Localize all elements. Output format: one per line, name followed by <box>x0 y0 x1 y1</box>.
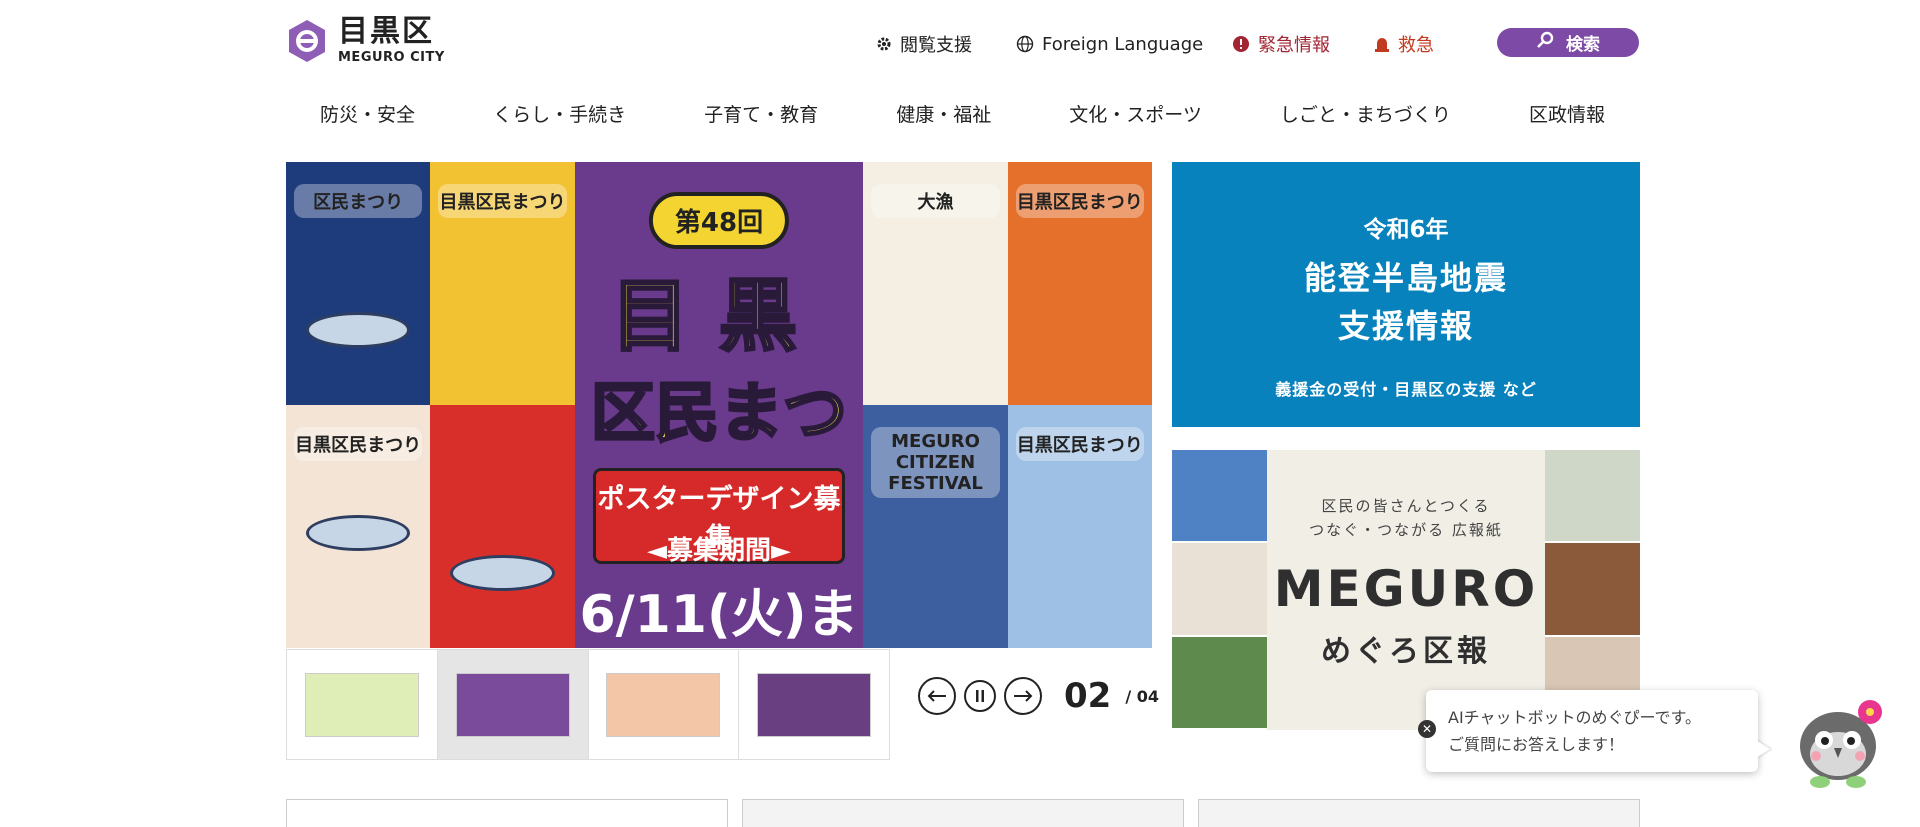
prev-button[interactable] <box>918 677 956 715</box>
accessibility-link[interactable]: 閲覧支援 <box>876 30 972 58</box>
chatbot-bubble[interactable]: AIチャットボットのめぐぴーです。 ご質問にお答えします！ <box>1426 690 1758 772</box>
slider-thumbnails <box>286 649 890 760</box>
hero-slider[interactable]: 区民まつり 目黒区民まつり 第48回 目黒 区民まつり ポスターデザイン募集 ◄… <box>286 162 1152 648</box>
poster-tile: 目黒区民まつり <box>1007 405 1152 648</box>
rescue-link[interactable]: 救急 <box>1374 30 1434 58</box>
arrow-left-icon <box>927 690 946 702</box>
city-newsletter-banner[interactable]: 区民の皆さんとつくる つなぐ・つながる 広報紙 MEGURO めぐろ区報 <box>1172 450 1640 730</box>
chatbot-bubble-tail <box>1756 740 1770 758</box>
poster-tile: 目黒区民まつり <box>1007 162 1152 405</box>
poster-tile: 目黒区民まつり <box>430 162 575 405</box>
nav-item-disaster[interactable]: 防災・安全 <box>320 100 415 130</box>
nav-item-living[interactable]: くらし・手続き <box>493 100 626 130</box>
main-poster-date: 6/11(火)まで <box>579 585 859 645</box>
category-card-1[interactable] <box>286 799 728 827</box>
arrow-right-icon <box>1014 690 1033 702</box>
banner-subtitle: 義援金の受付・目黒区の支援 など <box>1275 380 1537 399</box>
slider-controls: 02 / 04 <box>918 676 1159 716</box>
poster-label: 目黒区民まつり <box>1015 427 1144 461</box>
fish-shape <box>306 515 411 551</box>
main-poster-round: 第48回 <box>648 192 790 249</box>
nav-item-culture[interactable]: 文化・スポーツ <box>1069 100 1202 130</box>
close-icon: ✕ <box>1421 722 1433 736</box>
thumbnail-1[interactable] <box>287 650 438 759</box>
siren-icon <box>1374 35 1390 53</box>
fish-shape <box>306 312 411 348</box>
category-card-2[interactable] <box>742 799 1184 827</box>
poster-tile: 目黒区民まつり <box>286 405 431 648</box>
poster-tile: 大漁 <box>863 162 1008 405</box>
nav-item-business[interactable]: しごと・まちづくり <box>1280 100 1451 130</box>
thumbnail-2[interactable] <box>437 650 589 759</box>
poster-label: 目黒区民まつり <box>1015 184 1144 218</box>
banner-title: 能登半島地震 支援情報 <box>1172 254 1640 350</box>
main-poster-period: ◄募集期間► <box>646 536 791 566</box>
slide-counter-total: / 04 <box>1125 686 1160 706</box>
nav-item-government[interactable]: 区政情報 <box>1529 100 1605 130</box>
logo-text-en: MEGURO CITY <box>338 50 445 65</box>
main-poster-title-1: 目黒 <box>609 271 827 364</box>
next-button[interactable] <box>1004 677 1042 715</box>
poster-tile: MEGURO CITIZEN FESTIVAL <box>863 405 1008 648</box>
newsletter-title: MEGURO <box>1273 560 1539 618</box>
poster-label: MEGURO CITIZEN FESTIVAL <box>871 427 1000 498</box>
search-icon <box>1536 31 1554 54</box>
emergency-info-link[interactable]: 緊急情報 <box>1232 30 1330 58</box>
thumbnail-4[interactable] <box>739 650 889 759</box>
poster-tile: 区民まつり <box>286 162 431 405</box>
search-label: 検索 <box>1566 35 1600 55</box>
banner-year: 令和6年 <box>1363 217 1449 243</box>
banner-title-line2: 支援情報 <box>1337 307 1474 345</box>
fish-shape <box>450 555 555 591</box>
mascot-bird-icon <box>1800 700 1882 788</box>
newsletter-subtitle: めぐろ区報 <box>1321 634 1491 669</box>
logo-text-ja: 目黒区 <box>338 14 434 49</box>
poster-tile <box>430 405 575 648</box>
alert-icon <box>1232 35 1250 53</box>
global-nav: 防災・安全 くらし・手続き 子育て・教育 健康・福祉 文化・スポーツ しごと・ま… <box>286 100 1639 130</box>
main-poster: 第48回 目黒 区民まつり ポスターデザイン募集 ◄募集期間► 6/11(火)ま… <box>574 162 864 648</box>
pause-button[interactable] <box>964 680 996 712</box>
gear-icon <box>876 36 892 52</box>
nav-item-health[interactable]: 健康・福祉 <box>896 100 991 130</box>
nav-item-childcare[interactable]: 子育て・教育 <box>704 100 818 130</box>
noto-earthquake-banner[interactable]: 令和6年 能登半島地震 支援情報 義援金の受付・目黒区の支援 など <box>1172 162 1640 427</box>
newsletter-tagline-2: つなぐ・つながる 広報紙 <box>1309 521 1503 539</box>
category-card-3[interactable] <box>1198 799 1640 827</box>
city-logo[interactable]: 目黒区 MEGURO CITY <box>286 16 445 65</box>
poster-label: 目黒区民まつり <box>294 427 423 461</box>
poster-label: 区民まつり <box>294 184 423 218</box>
banner-title-line1: 能登半島地震 <box>1303 259 1508 297</box>
chatbot-mascot[interactable] <box>1790 690 1890 790</box>
foreign-language-link[interactable]: Foreign Language <box>1016 30 1203 58</box>
thumbnail-3[interactable] <box>588 650 740 759</box>
newsletter-tagline: 区民の皆さんとつくる つなぐ・つながる 広報紙 <box>1267 494 1545 542</box>
poster-label: 大漁 <box>871 184 1000 218</box>
foreign-language-label: Foreign Language <box>1042 33 1204 55</box>
chatbot-close-button[interactable]: ✕ <box>1418 720 1436 738</box>
globe-icon <box>1016 35 1034 53</box>
newsletter-photo-column <box>1172 450 1267 730</box>
pause-icon <box>976 690 984 702</box>
accessibility-label: 閲覧支援 <box>900 35 972 56</box>
newsletter-text: 区民の皆さんとつくる つなぐ・つながる 広報紙 MEGURO めぐろ区報 <box>1267 450 1545 730</box>
slide-counter-current: 02 <box>1064 676 1112 716</box>
emergency-info-label: 緊急情報 <box>1258 35 1330 56</box>
chatbot-message-2: ご質問にお答えします！ <box>1448 735 1625 754</box>
search-button[interactable]: 検索 <box>1497 28 1639 57</box>
newsletter-photo-column <box>1545 450 1640 730</box>
chatbot-message-1: AIチャットボットのめぐぴーです。 <box>1448 708 1701 727</box>
newsletter-tagline-1: 区民の皆さんとつくる <box>1321 497 1491 515</box>
poster-label: 目黒区民まつり <box>438 184 567 218</box>
city-emblem-icon <box>289 19 325 62</box>
rescue-label: 救急 <box>1398 35 1434 56</box>
